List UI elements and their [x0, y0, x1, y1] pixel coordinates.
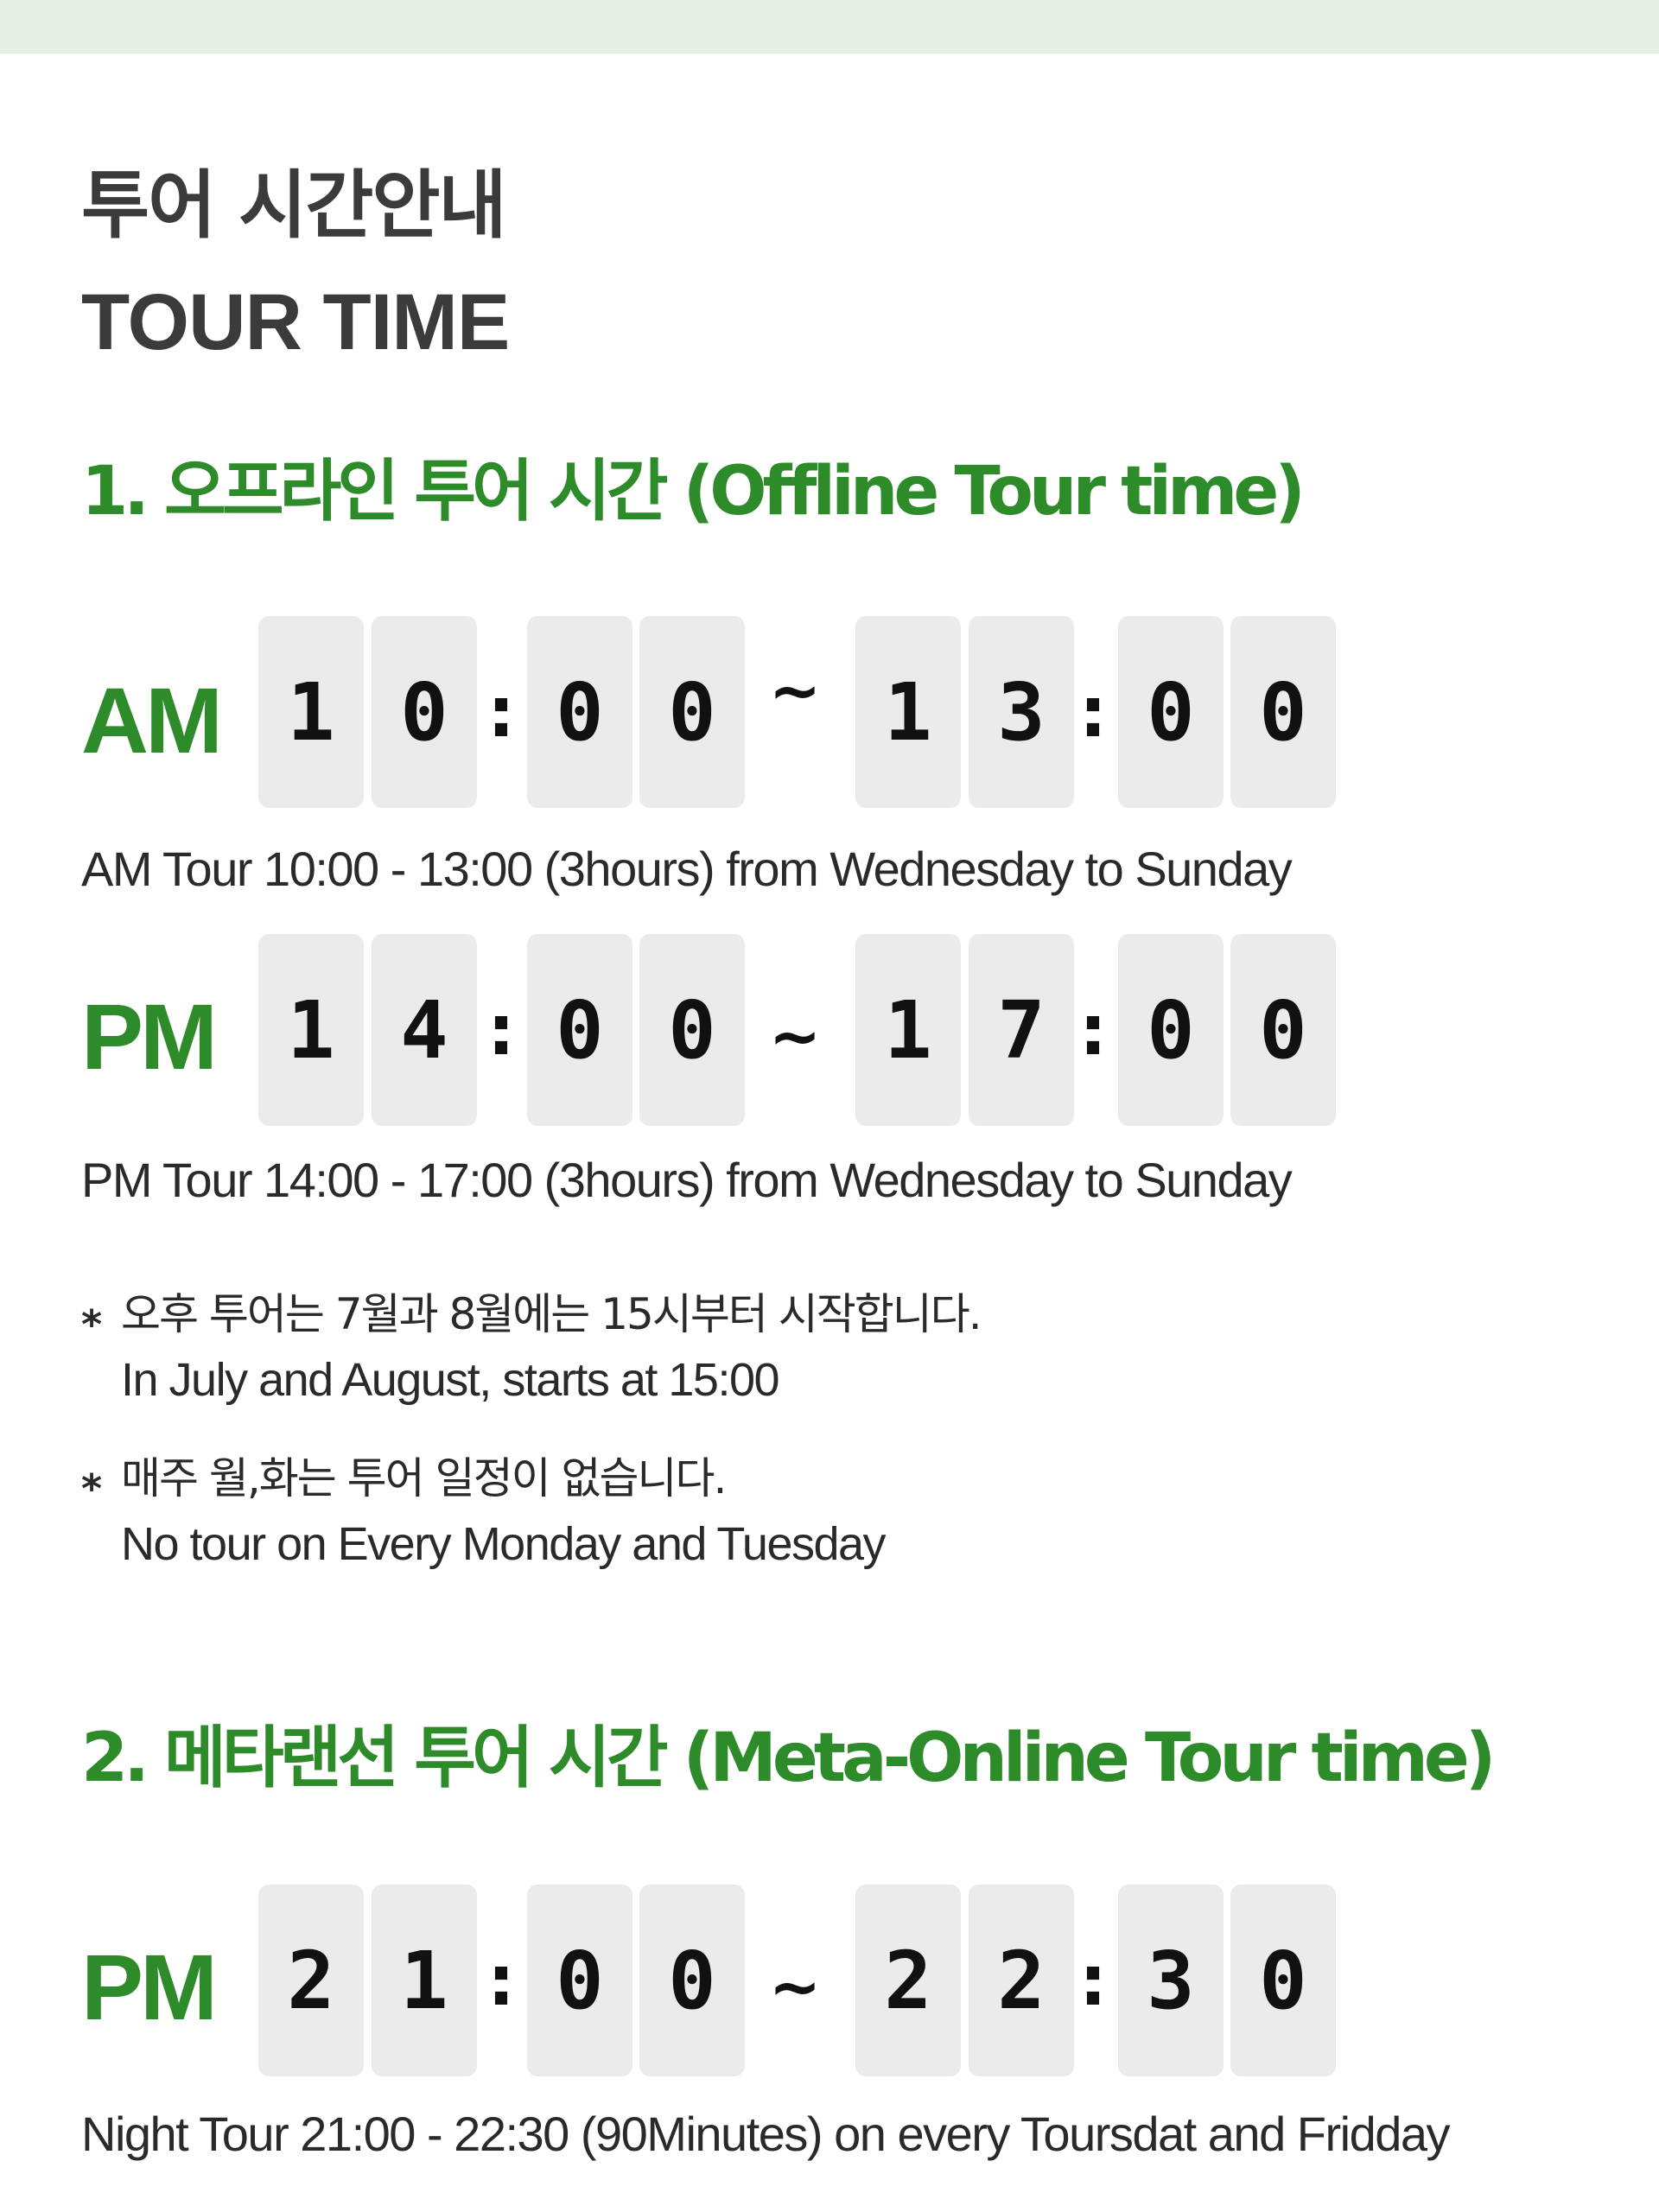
online-section-title: 2. 메타랜선 투어 시간 (Meta-Online Tour time) [81, 1719, 1496, 1797]
page-title-english: TOUR TIME [81, 278, 510, 366]
am-end-min-ones: 0 [1230, 616, 1336, 808]
pm-start-hour-tens: 1 [258, 934, 364, 1126]
am-time-display: 1 0 : 0 0 ~ 1 3 : 0 0 [0, 616, 1659, 808]
online-end-hour-tens: 2 [855, 1885, 961, 2076]
pm-start-colon: : [487, 989, 515, 1071]
am-start-min-tens: 0 [527, 616, 632, 808]
online-time-display: 2 1 : 0 0 ~ 2 2 : 3 0 [0, 1885, 1659, 2076]
note-asterisk: * [81, 1301, 103, 1348]
am-start-hour-ones: 0 [372, 616, 477, 808]
am-start-colon: : [487, 671, 515, 753]
online-start-min-ones: 0 [639, 1885, 745, 2076]
online-start-min-tens: 0 [527, 1885, 632, 2076]
pm-end-min-tens: 0 [1118, 934, 1224, 1126]
online-end-hour-ones: 2 [969, 1885, 1074, 2076]
online-range-tilde: ~ [768, 1950, 822, 2023]
online-start-hour-ones: 1 [372, 1885, 477, 2076]
pm-end-hour-ones: 7 [969, 934, 1074, 1126]
top-banner-strip [0, 0, 1659, 54]
am-end-min-tens: 0 [1118, 616, 1224, 808]
night-tour-description: Night Tour 21:00 - 22:30 (90Minutes) on … [81, 2107, 1451, 2161]
am-start-hour-tens: 1 [258, 616, 364, 808]
online-start-hour-tens: 2 [258, 1885, 364, 2076]
pm-start-min-tens: 0 [527, 934, 632, 1126]
page-title-korean: 투어 시간안내 [81, 162, 507, 249]
pm-tour-description: PM Tour 14:00 - 17:00 (3hours) from Wedn… [81, 1153, 1293, 1207]
pm-time-display: 1 4 : 0 0 ~ 1 7 : 0 0 [0, 934, 1659, 1126]
pm-end-min-ones: 0 [1230, 934, 1336, 1126]
online-end-min-ones: 0 [1230, 1885, 1336, 2076]
pm-end-colon: : [1079, 989, 1107, 1071]
online-end-min-tens: 3 [1118, 1885, 1224, 2076]
am-end-hour-tens: 1 [855, 616, 961, 808]
pm-range-tilde: ~ [768, 1000, 822, 1072]
online-start-colon: : [487, 1940, 515, 2021]
note-asterisk: * [81, 1465, 103, 1512]
note-korean-text: 오후 투어는 7월과 8월에는 15시부터 시작합니다. [121, 1289, 982, 1339]
note-english-text: In July and August, starts at 15:00 [121, 1354, 780, 1406]
pm-start-min-ones: 0 [639, 934, 745, 1126]
online-end-colon: : [1079, 1940, 1107, 2021]
am-start-min-ones: 0 [639, 616, 745, 808]
note-korean-text: 매주 월,화는 투어 일정이 없습니다. [121, 1453, 727, 1503]
note-english-text: No tour on Every Monday and Tuesday [121, 1518, 887, 1570]
am-end-hour-ones: 3 [969, 616, 1074, 808]
am-tour-description: AM Tour 10:00 - 13:00 (3hours) from Wedn… [81, 842, 1293, 896]
pm-start-hour-ones: 4 [372, 934, 477, 1126]
pm-end-hour-tens: 1 [855, 934, 961, 1126]
am-end-colon: : [1079, 671, 1107, 753]
am-range-tilde: ~ [768, 654, 822, 727]
offline-section-title: 1. 오프라인 투어 시간 (Offline Tour time) [81, 453, 1306, 531]
